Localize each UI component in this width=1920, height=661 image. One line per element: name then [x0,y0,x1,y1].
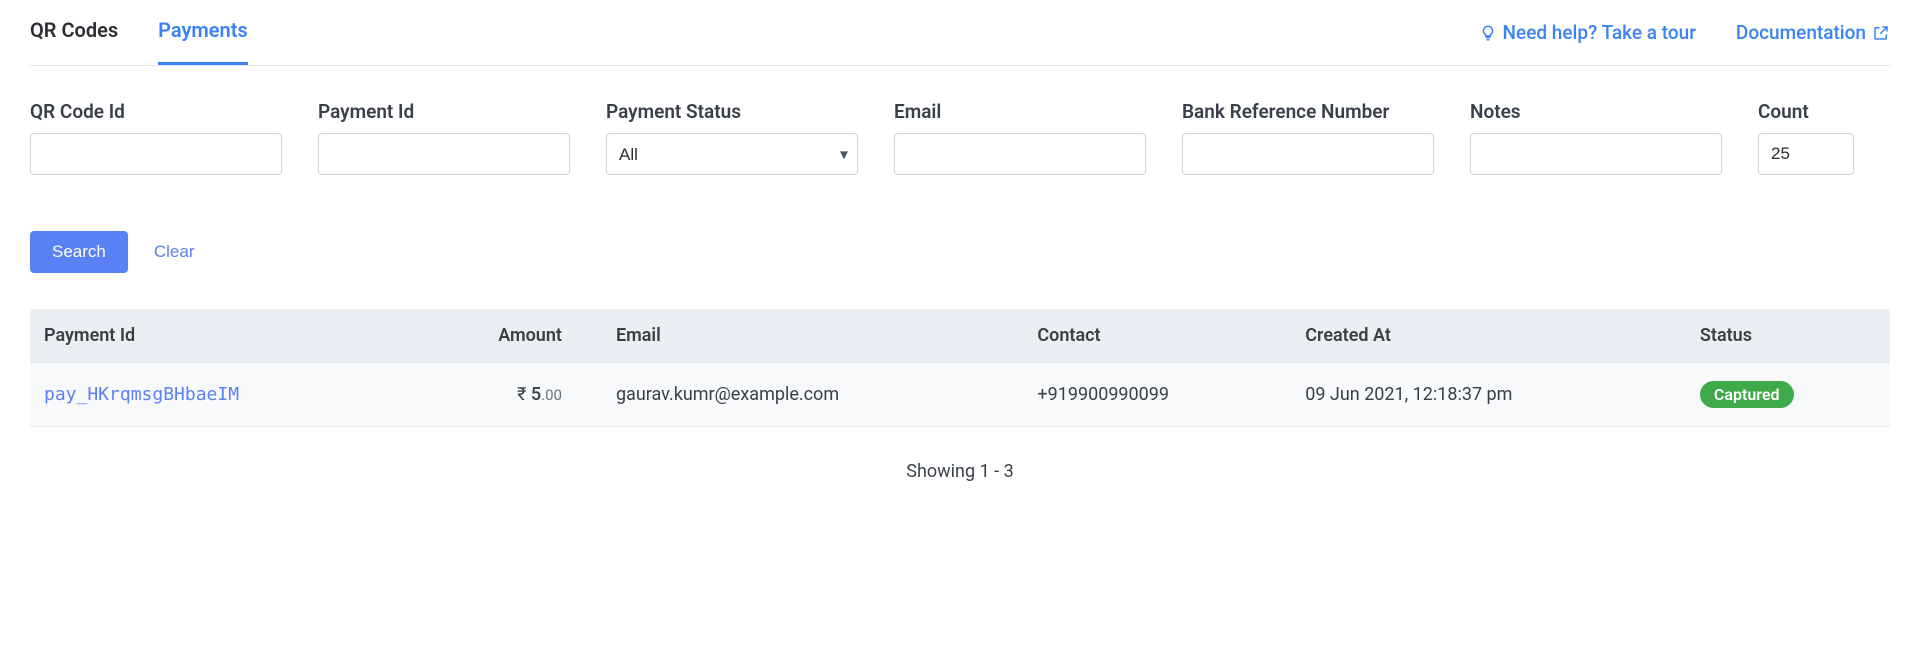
field-payment-status: Payment Status All ▾ [606,100,858,175]
pager-text: Showing 1 - 3 [30,427,1890,502]
field-notes: Notes [1470,100,1722,175]
lightbulb-icon [1479,24,1497,42]
external-link-icon [1872,24,1890,42]
help-link[interactable]: Need help? Take a tour [1479,21,1696,44]
amount-int: 5 [531,384,541,405]
input-notes[interactable] [1470,133,1722,175]
amount-currency: ₹ [517,384,526,405]
cell-contact: +919900990099 [1023,363,1291,427]
amount-dec: .00 [541,386,562,404]
label-notes: Notes [1470,100,1722,123]
label-bank-ref: Bank Reference Number [1182,100,1434,123]
cell-amount: ₹ 5.00 [404,363,602,427]
cell-status: Captured [1686,363,1890,427]
payment-id-link[interactable]: pay_HKrqmsgBHbaeIM [44,384,239,405]
filters: QR Code Id Payment Id Payment Status All… [30,66,1890,303]
filter-buttons: Search Clear [30,205,201,273]
col-created-at: Created At [1291,309,1686,363]
label-payment-status: Payment Status [606,100,858,123]
input-bank-ref[interactable] [1182,133,1434,175]
label-email: Email [894,100,1146,123]
select-payment-status[interactable]: All [606,133,858,175]
field-email: Email [894,100,1146,175]
docs-link-label: Documentation [1736,21,1866,44]
field-qr-code-id: QR Code Id [30,100,282,175]
input-payment-id[interactable] [318,133,570,175]
clear-button[interactable]: Clear [148,231,201,273]
cell-email: gaurav.kumr@example.com [602,363,1023,427]
tabs: QR Codes Payments [30,0,248,65]
field-payment-id: Payment Id [318,100,570,175]
search-button[interactable]: Search [30,231,128,273]
top-links: Need help? Take a tour Documentation [1479,21,1890,44]
field-bank-ref: Bank Reference Number [1182,100,1434,175]
docs-link[interactable]: Documentation [1736,21,1890,44]
tab-qr-codes[interactable]: QR Codes [30,0,118,65]
label-qr-code-id: QR Code Id [30,100,282,123]
tab-payments[interactable]: Payments [158,0,248,65]
input-count[interactable] [1758,133,1854,175]
col-contact: Contact [1023,309,1291,363]
table-row: pay_HKrqmsgBHbaeIM ₹ 5.00 gaurav.kumr@ex… [30,363,1890,427]
col-email: Email [602,309,1023,363]
label-payment-id: Payment Id [318,100,570,123]
input-email[interactable] [894,133,1146,175]
status-badge: Captured [1700,381,1794,408]
col-payment-id: Payment Id [30,309,404,363]
field-count: Count [1758,100,1854,175]
label-count: Count [1758,100,1854,123]
cell-created-at: 09 Jun 2021, 12:18:37 pm [1291,363,1686,427]
input-qr-code-id[interactable] [30,133,282,175]
topbar: QR Codes Payments Need help? Take a tour… [30,0,1890,66]
col-status: Status [1686,309,1890,363]
payments-table: Payment Id Amount Email Contact Created … [30,309,1890,427]
col-amount: Amount [404,309,602,363]
help-link-label: Need help? Take a tour [1503,21,1696,44]
